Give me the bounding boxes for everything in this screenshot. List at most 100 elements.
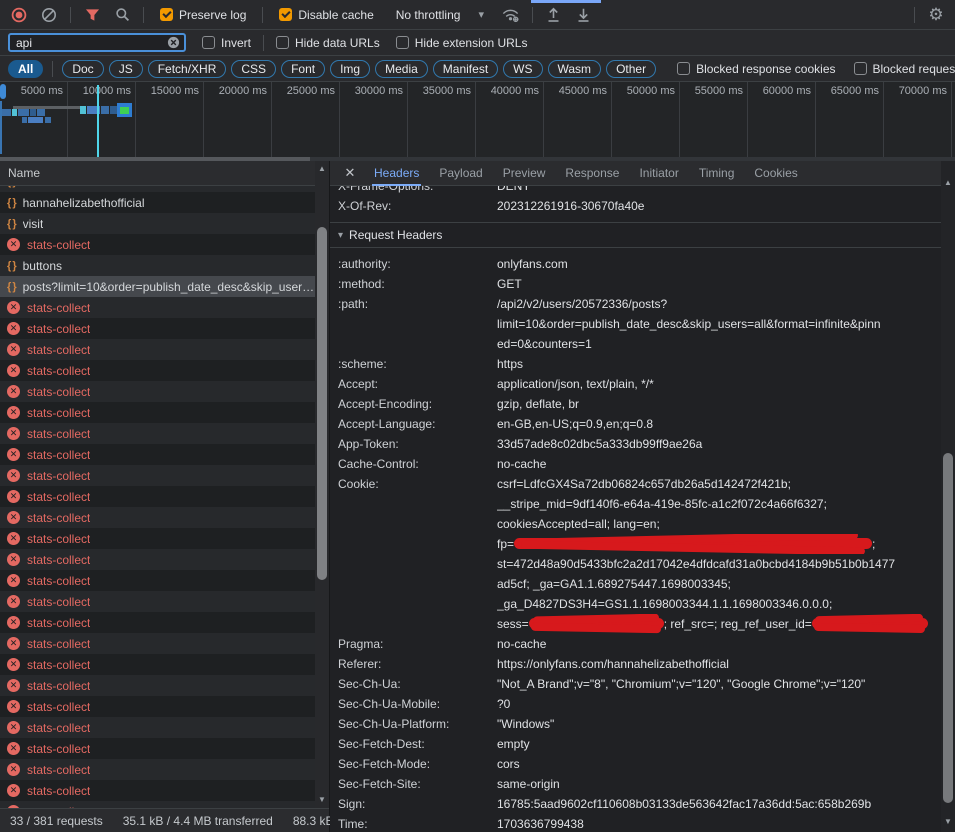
request-name: stats-collect bbox=[27, 784, 90, 798]
request-row[interactable]: { }buttons bbox=[0, 255, 315, 276]
filter-toggle-button[interactable] bbox=[79, 3, 105, 27]
header-row: Accept:application/json, text/plain, */* bbox=[330, 374, 941, 394]
request-row[interactable]: ✕stats-collect bbox=[0, 738, 315, 759]
close-details-button[interactable]: ✕ bbox=[338, 165, 362, 181]
request-row[interactable]: ✕stats-collect bbox=[0, 234, 315, 255]
header-name: X-Of-Rev: bbox=[330, 196, 497, 216]
request-row[interactable]: ✕stats-collect bbox=[0, 339, 315, 360]
header-value-line: _ga_D4827DS3H4=GS1.1.1698003344.1.1.1698… bbox=[497, 594, 941, 614]
request-row[interactable]: ✕stats-collect bbox=[0, 465, 315, 486]
export-har-button[interactable] bbox=[571, 3, 597, 27]
invert-checkbox[interactable] bbox=[202, 36, 215, 49]
disclosure-triangle-icon[interactable]: ▾ bbox=[338, 230, 343, 241]
request-row[interactable]: ✕stats-collect bbox=[0, 402, 315, 423]
request-row[interactable]: ✕stats-collect bbox=[0, 381, 315, 402]
tab-response[interactable]: Response bbox=[555, 161, 629, 186]
request-row[interactable]: ✕stats-collect bbox=[0, 780, 315, 801]
header-value-line: ed=0&counters=1 bbox=[497, 334, 941, 354]
blocked-response-cookies-checkbox[interactable] bbox=[677, 62, 690, 75]
request-row[interactable]: ✕stats-collect bbox=[0, 759, 315, 780]
request-row[interactable]: ✕stats-collect bbox=[0, 591, 315, 612]
request-name: stats-collect bbox=[27, 238, 90, 252]
tab-headers[interactable]: Headers bbox=[364, 161, 429, 186]
clear-filter-icon[interactable] bbox=[167, 36, 180, 49]
filter-pill-all[interactable]: All bbox=[8, 60, 43, 78]
filter-pill-wasm[interactable]: Wasm bbox=[548, 60, 602, 78]
disable-cache-checkbox[interactable] bbox=[279, 8, 292, 21]
clear-network-log-button[interactable] bbox=[36, 3, 62, 27]
network-overview[interactable]: 5000 ms10000 ms15000 ms20000 ms25000 ms3… bbox=[0, 82, 955, 157]
hide-extension-urls-checkbox[interactable] bbox=[396, 36, 409, 49]
tab-initiator[interactable]: Initiator bbox=[629, 161, 688, 186]
filter-pill-font[interactable]: Font bbox=[281, 60, 325, 78]
header-value: GET bbox=[497, 274, 941, 294]
request-row[interactable]: ✕stats-collect bbox=[0, 528, 315, 549]
overview-range-handle[interactable] bbox=[0, 84, 6, 99]
error-icon: ✕ bbox=[7, 553, 20, 566]
request-row[interactable]: ✕stats-collect bbox=[0, 717, 315, 738]
import-har-button[interactable] bbox=[541, 3, 567, 27]
tab-payload[interactable]: Payload bbox=[429, 161, 492, 186]
header-value-line: no-cache bbox=[497, 454, 941, 474]
filter-input[interactable] bbox=[16, 36, 167, 50]
request-row[interactable]: ✕stats-collect bbox=[0, 318, 315, 339]
request-row[interactable]: ✕stats-collect bbox=[0, 507, 315, 528]
filter-pill-js[interactable]: JS bbox=[109, 60, 143, 78]
scroll-down-arrow[interactable]: ▼ bbox=[941, 816, 955, 828]
error-icon: ✕ bbox=[7, 448, 20, 461]
request-name: stats-collect bbox=[27, 658, 90, 672]
filter-pill-img[interactable]: Img bbox=[330, 60, 370, 78]
overview-playhead-line bbox=[97, 85, 99, 157]
request-row[interactable]: ✕stats-collect bbox=[0, 444, 315, 465]
search-button[interactable] bbox=[109, 3, 135, 27]
request-row[interactable]: { }visit bbox=[0, 213, 315, 234]
tab-cookies[interactable]: Cookies bbox=[744, 161, 807, 186]
header-value-line: 33d57ade8c02dbc5a333db99ff9ae26a bbox=[497, 434, 941, 454]
network-conditions-icon bbox=[501, 7, 520, 23]
filter-pill-fetchxhr[interactable]: Fetch/XHR bbox=[148, 60, 227, 78]
header-value-line: same-origin bbox=[497, 774, 941, 794]
header-name: Sec-Fetch-Dest: bbox=[330, 734, 497, 754]
request-row[interactable]: ✕stats-collect bbox=[0, 297, 315, 318]
request-row[interactable]: ✕stats-collect bbox=[0, 633, 315, 654]
request-row[interactable]: { }hannahelizabethofficial bbox=[0, 192, 315, 213]
filter-pill-other[interactable]: Other bbox=[606, 60, 656, 78]
header-row: Sign:16785:5aad9602cf110608b03133de56364… bbox=[330, 794, 941, 814]
preserve-log-checkbox[interactable] bbox=[160, 8, 173, 21]
scroll-up-arrow[interactable]: ▲ bbox=[315, 163, 329, 175]
scrollbar-thumb[interactable] bbox=[317, 227, 327, 580]
request-row[interactable]: ✕stats-collect bbox=[0, 423, 315, 444]
blocked-requests-checkbox[interactable] bbox=[854, 62, 867, 75]
details-scrollbar[interactable]: ▲ ▼ bbox=[941, 161, 955, 832]
request-row[interactable]: { }posts?limit=10&order=publish_date_des… bbox=[0, 276, 315, 297]
request-row[interactable]: ✕stats-collect bbox=[0, 612, 315, 633]
name-column-header[interactable]: Name bbox=[0, 161, 329, 186]
scroll-up-arrow[interactable]: ▲ bbox=[941, 177, 955, 189]
request-row[interactable]: ✕stats-collect bbox=[0, 360, 315, 381]
tab-preview[interactable]: Preview bbox=[493, 161, 556, 186]
request-row[interactable]: ✕stats-collect bbox=[0, 696, 315, 717]
record-button[interactable] bbox=[6, 3, 32, 27]
filter-pill-css[interactable]: CSS bbox=[231, 60, 276, 78]
filter-pill-manifest[interactable]: Manifest bbox=[433, 60, 498, 78]
filter-pill-media[interactable]: Media bbox=[375, 60, 428, 78]
header-value: 33d57ade8c02dbc5a333db99ff9ae26a bbox=[497, 434, 941, 454]
export-har-icon bbox=[576, 7, 591, 23]
request-row[interactable]: ✕stats-collect bbox=[0, 486, 315, 507]
filter-pill-ws[interactable]: WS bbox=[503, 60, 542, 78]
request-row[interactable]: ✕stats-collect bbox=[0, 654, 315, 675]
scroll-down-arrow[interactable]: ▼ bbox=[315, 794, 329, 806]
scrollbar-thumb[interactable] bbox=[943, 453, 953, 803]
throttling-select[interactable]: No throttling ▾ bbox=[396, 8, 484, 22]
request-row[interactable]: ✕stats-collect bbox=[0, 549, 315, 570]
hide-data-urls-checkbox[interactable] bbox=[276, 36, 289, 49]
request-list-scrollbar[interactable]: ▲ ▼ bbox=[315, 161, 329, 808]
network-conditions-button[interactable] bbox=[498, 3, 524, 27]
request-row[interactable]: ✕stats-collect bbox=[0, 675, 315, 696]
request-row[interactable]: ✕stats-collect bbox=[0, 801, 315, 808]
tab-timing[interactable]: Timing bbox=[689, 161, 745, 186]
error-icon: ✕ bbox=[7, 742, 20, 755]
request-row[interactable]: ✕stats-collect bbox=[0, 570, 315, 591]
settings-button[interactable]: ⚙ bbox=[923, 3, 949, 27]
filter-pill-doc[interactable]: Doc bbox=[62, 60, 103, 78]
